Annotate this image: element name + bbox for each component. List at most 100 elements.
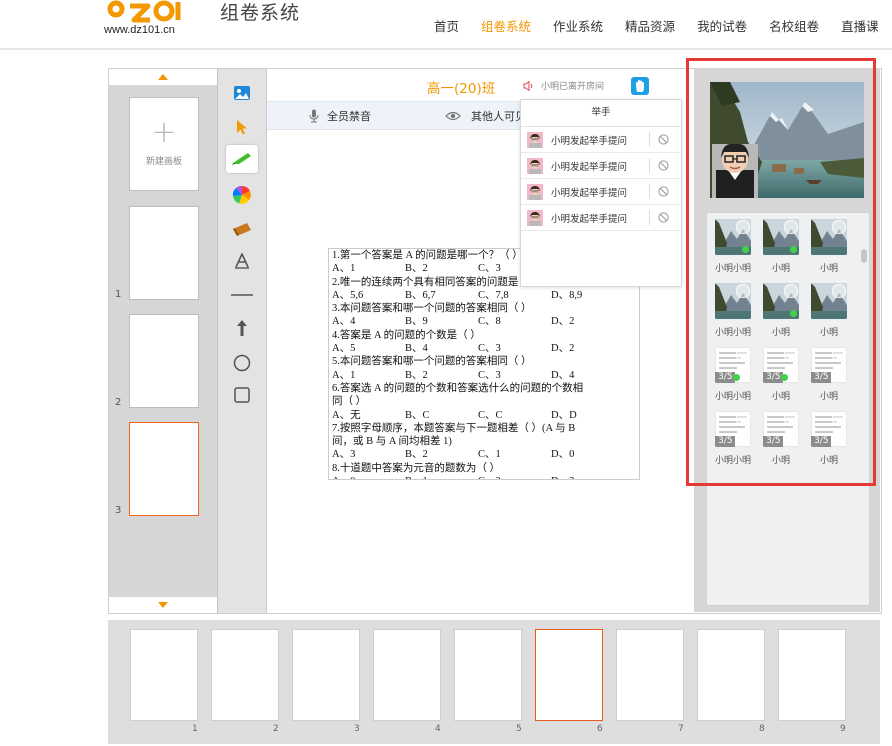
student-name: 小明 xyxy=(771,392,790,402)
ban-icon[interactable] xyxy=(658,160,669,171)
student-tile[interactable]: 小明 xyxy=(809,283,849,338)
new-board-button[interactable]: + 新建画板 xyxy=(129,97,199,191)
camera-switch-icon[interactable] xyxy=(736,412,750,426)
camera-switch-icon[interactable] xyxy=(784,284,798,298)
student-thumb: 3/5 xyxy=(811,411,847,447)
student-tile[interactable]: 小明 xyxy=(809,219,849,274)
nav-live-course[interactable]: 直播课 xyxy=(841,16,879,35)
progress-badge: 3/5 xyxy=(715,436,736,447)
raise-hand-item[interactable]: 小明发起举手提问 xyxy=(521,205,681,231)
circle-tool[interactable] xyxy=(226,349,258,377)
filmstrip: 1 2 3 4 5 6 7 8 9 xyxy=(108,620,880,744)
student-name: 小明 xyxy=(771,456,790,466)
page-thumb-3[interactable] xyxy=(129,422,199,516)
option-text: A、4 xyxy=(332,316,356,328)
student-scrollbar[interactable] xyxy=(861,219,867,599)
student-name: 小明小明 xyxy=(714,328,751,338)
option-text: B、9 xyxy=(405,316,428,328)
student-name: 小明小明 xyxy=(714,264,751,274)
raise-hand-button[interactable] xyxy=(631,77,649,95)
nav-resources[interactable]: 精品资源 xyxy=(625,16,675,35)
student-tile[interactable]: 小明小明 xyxy=(713,219,753,274)
camera-switch-icon[interactable] xyxy=(736,284,750,298)
arrow-tool[interactable] xyxy=(226,314,258,342)
options-line: A、1 B、2 C、3 D、4 xyxy=(329,369,639,382)
film-number: 9 xyxy=(840,724,846,734)
raise-hand-item[interactable]: 小明发起举手提问 xyxy=(521,127,681,153)
rail-scroll-up-button[interactable] xyxy=(109,69,217,85)
rail-scroll-down-button[interactable] xyxy=(109,597,217,613)
pen-tool[interactable] xyxy=(226,145,258,173)
ban-icon[interactable] xyxy=(658,212,669,223)
camera-switch-icon[interactable] xyxy=(832,220,846,234)
tool-column xyxy=(218,69,267,613)
nav-my-papers[interactable]: 我的试卷 xyxy=(697,16,747,35)
film-thumb-7[interactable] xyxy=(616,629,684,721)
camera-switch-icon[interactable] xyxy=(832,412,846,426)
camera-switch-icon[interactable] xyxy=(784,220,798,234)
eraser-icon xyxy=(233,223,251,236)
film-thumb-5[interactable] xyxy=(454,629,522,721)
student-thumb: 3/5 xyxy=(811,347,847,383)
student-tile[interactable]: 小明 xyxy=(761,283,801,338)
film-thumb-3[interactable] xyxy=(292,629,360,721)
option-text: A、无 xyxy=(332,409,361,421)
student-tile[interactable]: 3/5 小明 xyxy=(809,347,849,402)
camera-switch-icon[interactable] xyxy=(784,348,798,362)
student-thumb: 3/5 xyxy=(763,347,799,383)
teacher-video[interactable] xyxy=(710,82,864,198)
camera-switch-icon[interactable] xyxy=(784,412,798,426)
film-thumb-9[interactable] xyxy=(778,629,846,721)
ban-icon[interactable] xyxy=(658,186,669,197)
select-tool[interactable] xyxy=(226,113,258,141)
color-tool[interactable] xyxy=(226,181,258,209)
camera-switch-icon[interactable] xyxy=(736,348,750,362)
student-tile[interactable]: 3/5 小明小明 xyxy=(713,411,753,466)
text-icon xyxy=(235,253,249,269)
camera-switch-icon[interactable] xyxy=(832,348,846,362)
eraser-tool[interactable] xyxy=(226,215,258,243)
film-thumb-6[interactable] xyxy=(535,629,603,721)
options-line: A、4 B、9 C、8 D、2 xyxy=(329,315,639,328)
nav-paper-system[interactable]: 组卷系统 xyxy=(481,16,531,35)
line-tool[interactable] xyxy=(226,281,258,309)
student-avatar-icon xyxy=(527,131,543,148)
film-thumb-1[interactable] xyxy=(130,629,198,721)
raise-hand-item[interactable]: 小明发起举手提问 xyxy=(521,179,681,205)
row-divider xyxy=(649,132,650,147)
option-text: A、5,6 xyxy=(332,289,364,301)
student-tile[interactable]: 3/5 小明 xyxy=(761,347,801,402)
scroll-thumb[interactable] xyxy=(861,249,867,263)
student-avatar-icon xyxy=(527,209,543,226)
nav-home[interactable]: 首页 xyxy=(434,16,459,35)
raise-hand-item[interactable]: 小明发起举手提问 xyxy=(521,153,681,179)
mute-all-button[interactable]: 全员禁音 xyxy=(309,108,371,124)
camera-switch-icon[interactable] xyxy=(832,284,846,298)
nav-homework[interactable]: 作业系统 xyxy=(553,16,603,35)
page-thumb-2[interactable] xyxy=(129,314,199,408)
new-board-label: 新建画板 xyxy=(145,157,182,167)
image-tool[interactable] xyxy=(226,79,258,107)
option-text: D、2 xyxy=(551,343,575,355)
option-text: D、0 xyxy=(551,449,575,461)
student-list[interactable]: 小明小明 小明 小明 小明小明 小明 小明 3/5 小明小明 3/5 小明 3/5 小明 3/5 小明小明… xyxy=(706,212,870,606)
question-line: 8.十道题中答案为元音的题数为（ ） xyxy=(332,462,500,474)
camera-switch-icon[interactable] xyxy=(736,220,750,234)
student-tile[interactable]: 小明小明 xyxy=(713,283,753,338)
film-thumb-2[interactable] xyxy=(211,629,279,721)
ban-icon[interactable] xyxy=(658,134,669,145)
page-thumb-1[interactable] xyxy=(129,206,199,300)
option-text: D、D xyxy=(551,409,577,421)
student-tile[interactable]: 3/5 小明小明 xyxy=(713,347,753,402)
nav-school-papers[interactable]: 名校组卷 xyxy=(769,16,819,35)
student-thumb xyxy=(811,283,847,319)
film-thumb-8[interactable] xyxy=(697,629,765,721)
student-tile[interactable]: 3/5 小明 xyxy=(761,411,801,466)
rectangle-tool[interactable] xyxy=(226,381,258,409)
student-thumb: 3/5 xyxy=(715,411,751,447)
student-tile[interactable]: 小明 xyxy=(761,219,801,274)
film-thumb-4[interactable] xyxy=(373,629,441,721)
student-tile[interactable]: 3/5 小明 xyxy=(809,411,849,466)
text-tool[interactable] xyxy=(226,247,258,275)
others-visible-button[interactable]: 其他人可见 xyxy=(445,108,526,124)
